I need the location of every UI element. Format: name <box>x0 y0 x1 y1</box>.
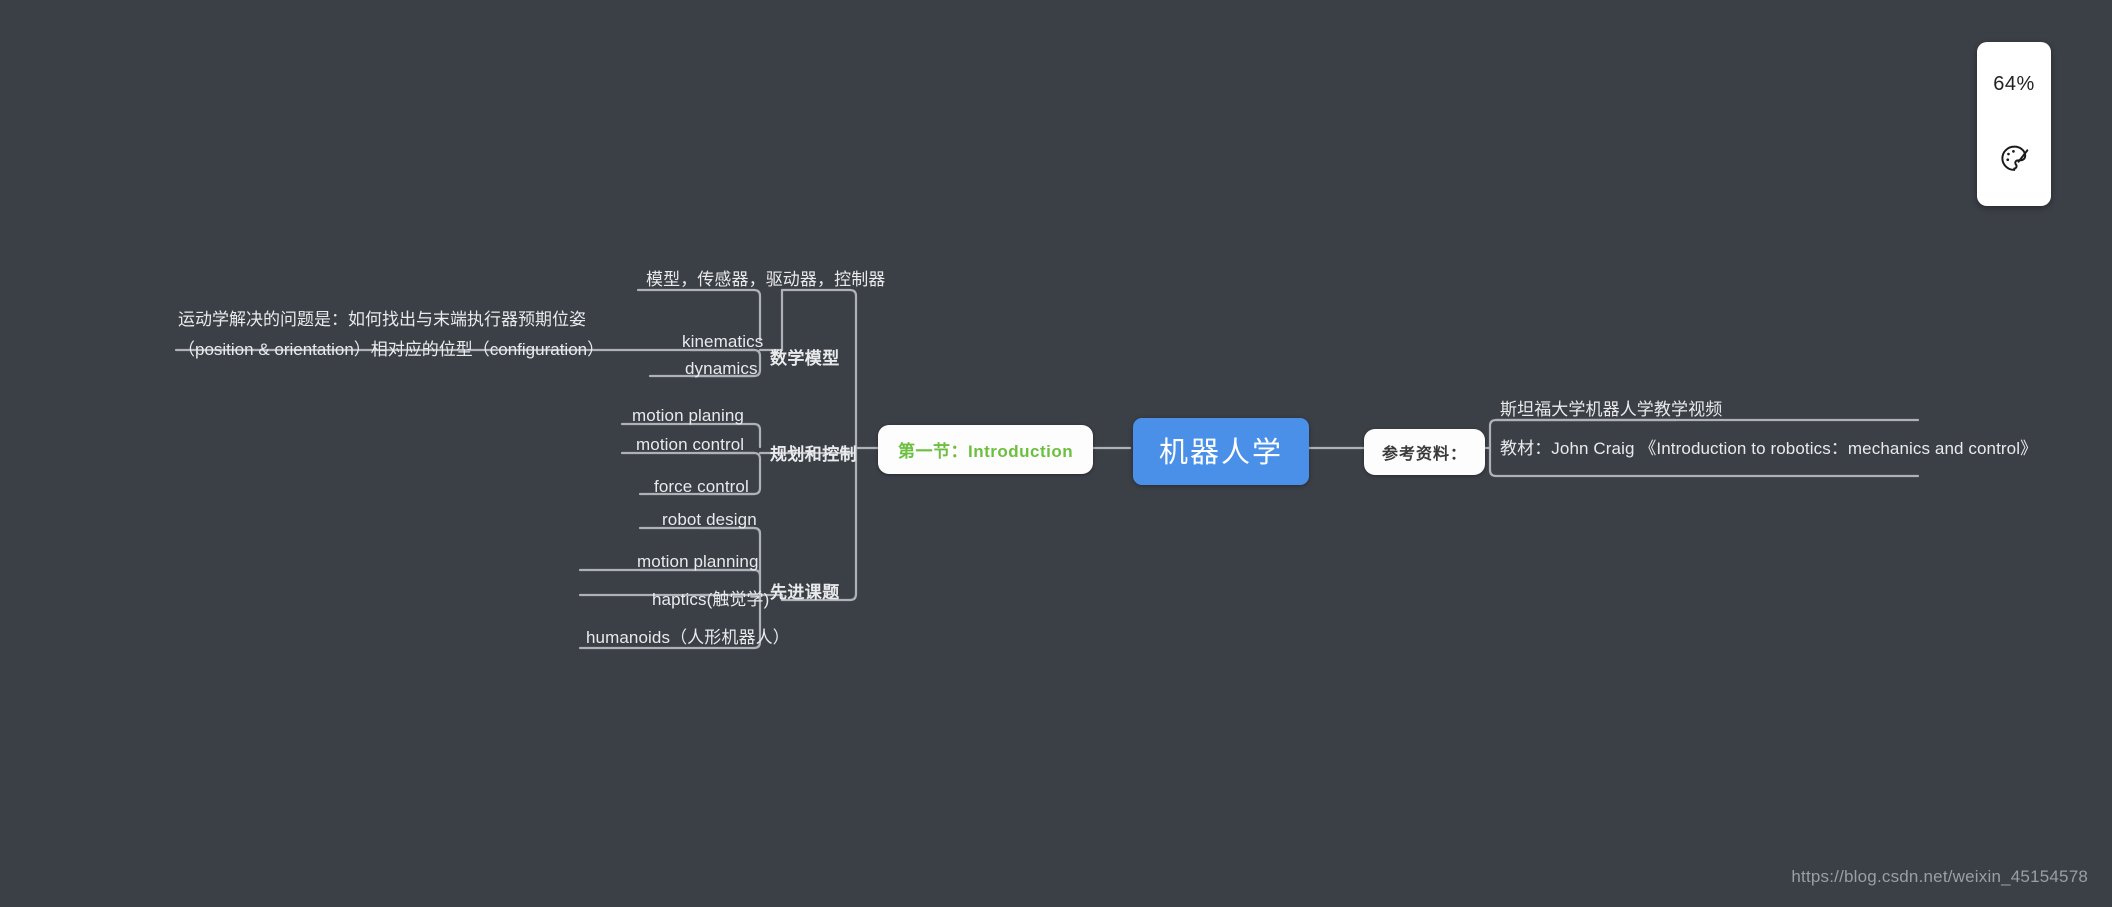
leaf-motion-planing[interactable]: motion planing <box>628 404 748 432</box>
branch-label-text: 规划和控制 <box>770 445 857 464</box>
leaf-stanford-video[interactable]: 斯坦福大学机器人学教学视频 <box>1496 398 1726 426</box>
leaf-label: 模型，传感器，驱动器，控制器 <box>646 270 886 289</box>
leaf-label: motion control <box>636 435 745 454</box>
leaf-textbook-john-craig[interactable]: 教材：John Craig 《Introduction to robotics：… <box>1496 437 2041 465</box>
leaf-label: 教材：John Craig 《Introduction to robotics：… <box>1500 439 2038 458</box>
node-label: 机器人学 <box>1159 437 1284 469</box>
leaf-label: humanoids（人形机器人） <box>586 628 790 647</box>
leaf-motion-control[interactable]: motion control <box>632 433 748 461</box>
leaf-label: dynamics <box>685 359 758 378</box>
branch-label-math-model[interactable]: 数学模型 <box>770 344 840 369</box>
leaf-humanoids[interactable]: humanoids（人形机器人） <box>582 626 794 654</box>
leaf-dynamics[interactable]: dynamics <box>681 357 762 385</box>
branch-label-text: 先进课题 <box>770 583 840 602</box>
leaf-label: kinematics <box>682 332 764 351</box>
kinematics-note: 运动学解决的问题是：如何找出与末端执行器预期位姿（position & orie… <box>178 310 605 359</box>
leaf-label: motion planing <box>632 406 744 425</box>
leaf-label: robot design <box>662 510 757 529</box>
leaf-motion-planning[interactable]: motion planning <box>633 550 763 578</box>
leaf-haptics[interactable]: haptics(触觉学) <box>648 588 773 616</box>
leaf-label: force control <box>654 477 749 496</box>
branch-label-advanced-topics[interactable]: 先进课题 <box>770 578 840 603</box>
node-chapter-introduction[interactable]: 第一节：Introduction <box>878 425 1094 474</box>
branch-label-planning-control[interactable]: 规划和控制 <box>770 440 857 465</box>
leaf-robot-design[interactable]: robot design <box>658 508 761 536</box>
zoom-palette-widget[interactable]: 64% <box>1977 42 2051 206</box>
node-label: 第一节：Introduction <box>898 442 1074 461</box>
node-reference-materials[interactable]: 参考资料： <box>1364 429 1486 475</box>
mindmap-canvas[interactable]: 运动学解决的问题是：如何找出与末端执行器预期位姿（position & orie… <box>0 0 2112 907</box>
branch-label-text: 数学模型 <box>770 349 840 368</box>
watermark-url: https://blog.csdn.net/weixin_45154578 <box>1791 867 2088 886</box>
node-label: 参考资料： <box>1382 446 1468 463</box>
leaf-label: 斯坦福大学机器人学教学视频 <box>1500 400 1723 419</box>
node-root-robotics[interactable]: 机器人学 <box>1133 418 1310 485</box>
leaf-label: haptics(触觉学) <box>652 590 770 609</box>
leaf-model-sensor-actuator-controller[interactable]: 模型，传感器，驱动器，控制器 <box>642 268 889 296</box>
leaf-label: motion planning <box>637 552 759 571</box>
zoom-percent-label[interactable]: 64% <box>1993 73 2035 96</box>
palette-icon[interactable] <box>1997 141 2031 175</box>
leaf-force-control[interactable]: force control <box>650 475 753 503</box>
leaf-kinematics[interactable]: kinematics <box>678 330 767 358</box>
